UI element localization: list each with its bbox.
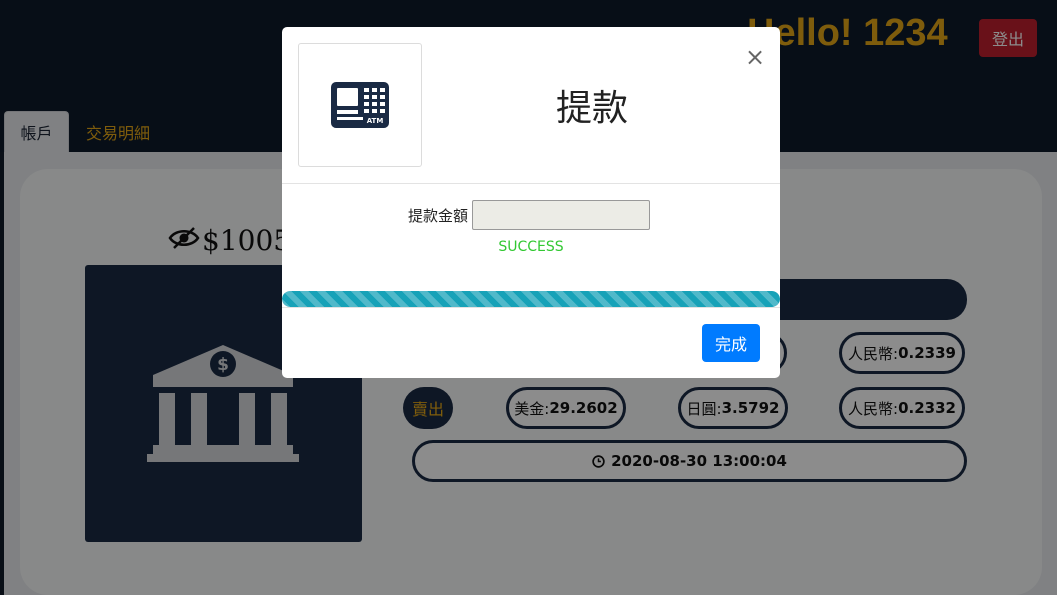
progress-bar: [282, 291, 780, 307]
amount-input[interactable]: [472, 200, 651, 230]
close-icon[interactable]: ×: [745, 43, 765, 71]
amount-form-row: 提款金額: [408, 200, 651, 230]
modal-header-divider: [282, 183, 780, 184]
atm-icon: ATM: [331, 82, 389, 128]
modal-title: 提款: [555, 88, 628, 129]
svg-text:ATM: ATM: [367, 117, 384, 125]
status-message: SUCCESS: [498, 239, 564, 255]
withdraw-modal: ATM 提款 × 提款金額 SUCCESS 完成: [282, 27, 780, 378]
amount-label: 提款金額: [408, 206, 469, 225]
progress-fill: [282, 291, 780, 307]
atm-image: ATM: [298, 43, 422, 167]
modal-footer-divider: [282, 307, 780, 308]
done-button[interactable]: 完成: [702, 324, 760, 362]
